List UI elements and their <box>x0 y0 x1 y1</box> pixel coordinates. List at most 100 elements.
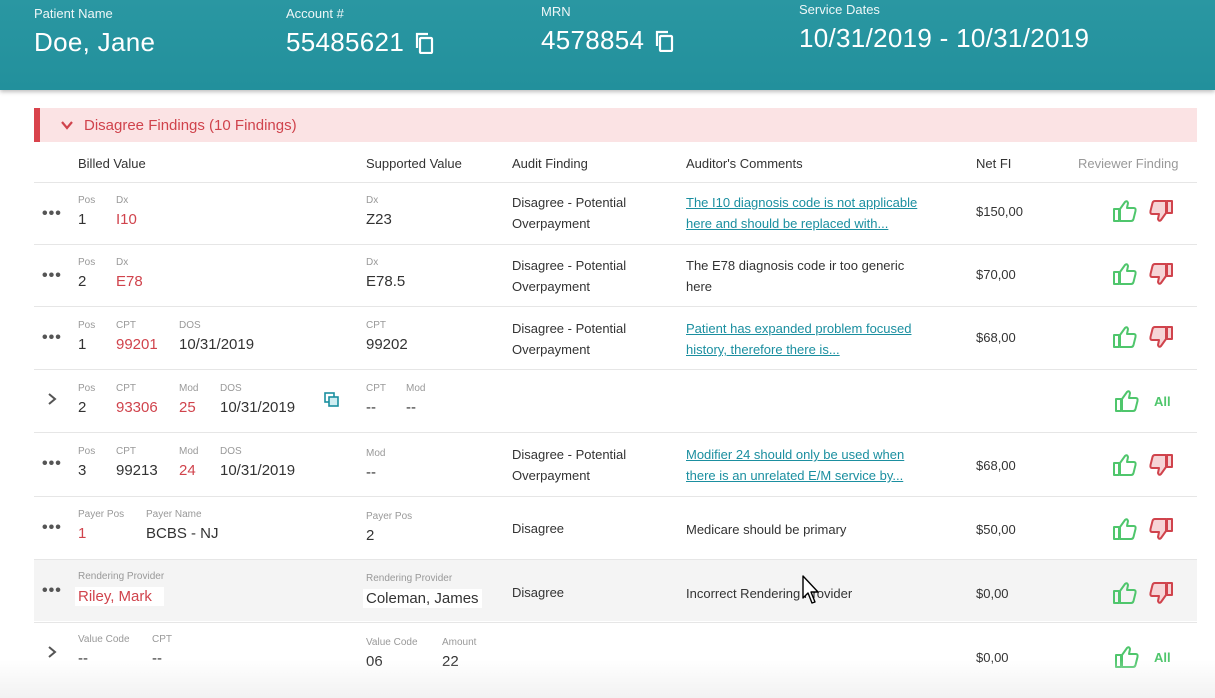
field-label: Rendering Provider <box>366 573 453 584</box>
col-reviewer-finding: Reviewer Finding <box>1078 156 1179 171</box>
thumbs-up-icon <box>1114 389 1140 413</box>
account-field: Account # 55485621 <box>286 6 434 58</box>
copy-icon[interactable] <box>654 30 674 52</box>
duplicate-icon[interactable] <box>324 392 340 408</box>
thumbs-up-icon[interactable] <box>1112 325 1138 349</box>
field-label: Mod <box>406 383 426 394</box>
field-value: E78 <box>116 273 143 290</box>
approve-all-button[interactable]: All <box>1114 389 1171 413</box>
auditor-comment-link[interactable]: Patient has expanded problem focused hist… <box>686 318 912 360</box>
thumbs-up-icon[interactable] <box>1112 199 1138 223</box>
more-options-icon[interactable]: ••• <box>42 205 62 223</box>
audit-finding: Disagree <box>512 521 565 536</box>
thumbs-up-icon[interactable] <box>1112 517 1138 541</box>
approve-all-label: All <box>1154 649 1171 665</box>
table-row: ••• Pos 2 Dx E78 Dx E78.5 Disagree - Potent… <box>34 244 1197 306</box>
field-value: 93306 <box>116 399 158 416</box>
field-label: CPT <box>152 634 172 645</box>
patient-name-label: Patient Name <box>34 6 113 21</box>
table-row-expandable: Pos 2 CPT 93306 Mod 25 DOS 10/31/2019 CPT -- … <box>34 369 1197 431</box>
copy-icon[interactable] <box>414 32 434 54</box>
mrn-field: MRN 4578854 <box>541 4 674 56</box>
thumbs-up-icon[interactable] <box>1112 581 1138 605</box>
more-options-icon[interactable]: ••• <box>42 329 62 347</box>
field-label: Dx <box>366 195 379 206</box>
net-fi-value: $0,00 <box>976 650 1009 665</box>
approve-all-label: All <box>1154 393 1171 409</box>
field-value: 25 <box>179 399 196 416</box>
thumbs-up-icon[interactable] <box>1112 262 1138 286</box>
audit-finding: Disagree - Potential Overpayment <box>512 195 627 231</box>
field-label: Mod <box>179 383 199 394</box>
table-row: ••• Pos 1 CPT 99201 DOS 10/31/2019 CPT 99202… <box>34 306 1197 368</box>
field-value: E78.5 <box>366 273 406 290</box>
field-label: Pos <box>78 257 96 268</box>
thumbs-up-icon <box>1114 645 1140 669</box>
service-dates-label: Service Dates <box>799 2 880 17</box>
patient-name-value: Doe, Jane <box>34 27 156 57</box>
field-value: 10/31/2019 <box>179 336 255 353</box>
section-title: Disagree Findings (10 Findings) <box>84 116 297 134</box>
field-value: 24 <box>179 462 196 479</box>
net-fi-value: $68,00 <box>976 330 1016 345</box>
field-label: CPT <box>116 383 136 394</box>
field-value: 99213 <box>116 462 158 479</box>
field-value: -- <box>406 399 416 416</box>
field-label: DOS <box>179 320 201 331</box>
field-label: Mod <box>366 448 386 459</box>
mrn-label: MRN <box>541 4 571 19</box>
thumbs-down-icon[interactable] <box>1148 199 1174 223</box>
patient-name-field: Patient Name Doe, Jane <box>34 6 155 58</box>
thumbs-down-icon[interactable] <box>1148 325 1174 349</box>
auditor-comment-link[interactable]: The I10 diagnosis code is not applicable… <box>686 192 917 234</box>
field-label: Pos <box>78 195 96 206</box>
disagree-findings-section-toggle[interactable]: Disagree Findings (10 Findings) <box>34 108 1197 142</box>
net-fi-value: $50,00 <box>976 522 1016 537</box>
field-label: CPT <box>366 320 386 331</box>
thumbs-down-icon[interactable] <box>1148 517 1174 541</box>
more-options-icon[interactable]: ••• <box>42 519 62 537</box>
field-label: Amount <box>442 637 477 648</box>
chevron-right-icon[interactable] <box>46 645 58 659</box>
field-label: CPT <box>366 383 386 394</box>
approve-all-button[interactable]: All <box>1114 645 1171 669</box>
thumbs-down-icon[interactable] <box>1148 581 1174 605</box>
thumbs-down-icon[interactable] <box>1148 453 1174 477</box>
field-value: 1 <box>78 211 87 228</box>
field-label: Dx <box>116 195 129 206</box>
field-value: 10/31/2019 <box>220 462 296 479</box>
chevron-right-icon[interactable] <box>46 392 58 406</box>
net-fi-value: $70,00 <box>976 267 1016 282</box>
chevron-down-icon <box>61 121 73 130</box>
field-value: -- <box>78 650 88 667</box>
col-auditor-comments: Auditor's Comments <box>686 156 803 171</box>
net-fi-value: $0,00 <box>976 586 1009 601</box>
field-label: Payer Name <box>146 509 202 520</box>
more-options-icon[interactable]: ••• <box>42 455 62 473</box>
auditor-comment-link[interactable]: Modifier 24 should only be used when ther… <box>686 444 904 486</box>
field-value: I10 <box>116 211 137 228</box>
field-label: CPT <box>116 320 136 331</box>
field-value: 2 <box>366 527 375 544</box>
field-value: 22 <box>442 653 459 670</box>
field-value: 2 <box>78 273 87 290</box>
field-label: Mod <box>179 446 199 457</box>
field-label: Payer Pos <box>78 509 125 520</box>
field-value: Coleman, James <box>363 589 482 608</box>
audit-finding: Disagree <box>512 585 565 600</box>
field-value: Riley, Mark <box>75 587 165 606</box>
field-value: 3 <box>78 462 87 479</box>
more-options-icon[interactable]: ••• <box>42 267 62 285</box>
account-value: 55485621 <box>286 27 405 57</box>
thumbs-up-icon[interactable] <box>1112 453 1138 477</box>
mrn-value: 4578854 <box>541 25 645 55</box>
field-label: Value Code <box>78 634 130 645</box>
more-options-icon[interactable]: ••• <box>42 582 62 600</box>
thumbs-down-icon[interactable] <box>1148 262 1174 286</box>
field-value: 10/31/2019 <box>220 399 296 416</box>
field-value: 2 <box>78 399 87 416</box>
net-fi-value: $150,00 <box>976 204 1023 219</box>
table-row-hovered: ••• Rendering Provider Riley, Mark Render… <box>34 559 1197 621</box>
field-label: Payer Pos <box>366 511 413 522</box>
table-row: ••• Payer Pos 1 Payer Name BCBS - NJ Payer… <box>34 496 1197 558</box>
